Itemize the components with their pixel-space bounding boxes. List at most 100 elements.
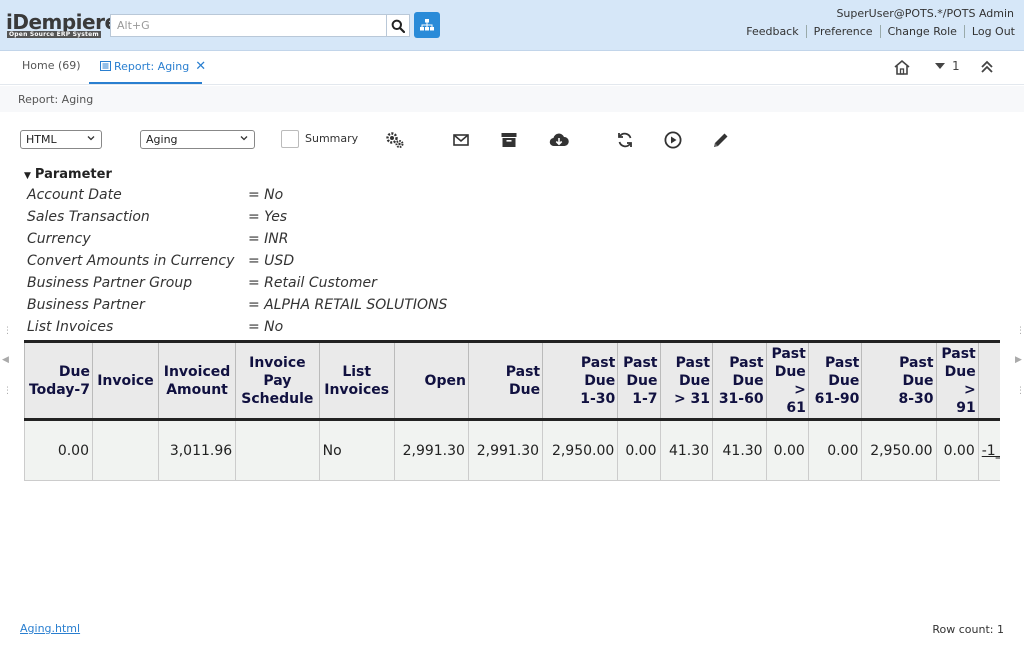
table-cell: 0.00 <box>24 419 93 481</box>
refresh-icon <box>618 132 632 148</box>
user-role-label: SuperUser@POTS.*/POTS Admin <box>836 7 1014 20</box>
parameter-name: Convert Amounts in Currency <box>27 253 235 269</box>
parameter-name: Account Date <box>27 187 122 203</box>
window-list-dropdown[interactable]: 1 <box>934 59 960 73</box>
column-header[interactable]: Past Due 1-30 <box>542 340 618 421</box>
parameter-value: = No <box>248 319 284 335</box>
table-cell <box>235 419 320 481</box>
table-cell: 2,950.00 <box>861 419 937 481</box>
download-file-link[interactable]: Aging.html <box>20 622 80 635</box>
print-format-select[interactable]: Aging <box>140 130 255 149</box>
summary-label: Summary <box>305 132 359 145</box>
parameter-name: List Invoices <box>27 319 114 335</box>
feedback-link[interactable]: Feedback <box>739 25 805 38</box>
double-chevron-up-icon <box>981 60 993 73</box>
table-cell: 41.30 <box>712 419 767 481</box>
window-count: 1 <box>952 59 960 73</box>
play-circle-icon <box>664 131 682 149</box>
parameter-name: Sales Transaction <box>27 209 150 225</box>
report-table-container[interactable]: Due Today-7 Invoice Invoiced Amount Invoic… <box>24 340 1000 482</box>
home-button[interactable] <box>893 59 911 78</box>
close-icon[interactable]: ✕ <box>195 59 206 74</box>
column-header[interactable]: Past Due > 31 <box>659 340 713 421</box>
send-mail-button[interactable] <box>451 130 471 150</box>
app-logo[interactable]: iDempiere Open Source ERP System <box>6 11 118 38</box>
report-toolbar: HTML Aging Summary <box>0 124 1024 156</box>
chevron-down-icon <box>87 136 95 141</box>
parameter-heading: Parameter <box>34 167 112 182</box>
report-icon <box>100 61 111 71</box>
column-header[interactable]: R <box>977 340 1000 421</box>
change-role-link[interactable]: Change Role <box>881 25 964 38</box>
app-header: iDempiere Open Source ERP System SuperUs… <box>0 0 1024 51</box>
format-select[interactable]: HTML <box>20 130 102 149</box>
column-header[interactable]: Past Due >91 <box>935 340 979 421</box>
parameter-name: Currency <box>27 231 91 247</box>
table-cell: No <box>318 419 395 481</box>
column-header[interactable]: Past Due 61-90 <box>807 340 862 421</box>
envelope-icon <box>453 134 469 146</box>
parameter-value: = USD <box>248 253 295 269</box>
right-splitter-arrow[interactable]: ▶ <box>1015 355 1022 365</box>
parameter-name: Business Partner <box>27 297 145 313</box>
caret-down-icon <box>935 63 945 69</box>
parameter-value: = ALPHA RETAIL SOLUTIONS <box>248 297 448 313</box>
column-header[interactable]: Invoiced Amount <box>157 340 236 421</box>
preference-link[interactable]: Preference <box>807 25 880 38</box>
gears-icon <box>386 132 404 148</box>
table-cell: 0.00 <box>617 419 660 481</box>
parameter-value: = INR <box>248 231 289 247</box>
table-cell: 0.00 <box>765 419 809 481</box>
export-button[interactable] <box>549 130 569 150</box>
parameter-value: = No <box>248 187 284 203</box>
search-button[interactable] <box>386 14 410 37</box>
table-cell: 2,991.30 <box>467 419 543 481</box>
tab-home[interactable]: Home (69) <box>22 59 81 72</box>
logout-link[interactable]: Log Out <box>965 25 1015 38</box>
global-search-input[interactable] <box>110 14 387 37</box>
menu-tree-button[interactable] <box>414 12 440 38</box>
table-cell: 2,991.30 <box>393 419 469 481</box>
tab-report-label: Report: Aging <box>114 60 190 73</box>
column-header[interactable]: Due Today-7 <box>24 340 93 421</box>
parameter-section-toggle[interactable]: ▼ Parameter <box>24 167 112 182</box>
format-select-value: HTML <box>26 133 57 146</box>
row-count-label: Row count: 1 <box>932 623 1004 636</box>
logo-tagline: Open Source ERP System <box>7 31 101 38</box>
breadcrumb: Report: Aging <box>18 93 94 106</box>
right-splitter-handle[interactable]: ⋮ <box>1016 386 1024 396</box>
right-splitter-handle[interactable]: ⋮ <box>1016 326 1024 336</box>
column-header[interactable]: Past Due 8-30 <box>861 340 937 421</box>
table-cell: 0.00 <box>807 419 862 481</box>
edit-button[interactable] <box>711 130 731 150</box>
drilldown-link-cell[interactable]: -1_100 <box>977 419 1000 481</box>
column-header[interactable]: Past Due 1-7 <box>617 340 660 421</box>
parameter-value: = Yes <box>248 209 288 225</box>
table-cell: 41.30 <box>659 419 713 481</box>
print-format-select-value: Aging <box>146 133 178 146</box>
column-header[interactable]: Invoice Pay Schedule <box>235 340 320 421</box>
collapse-button[interactable] <box>980 60 994 77</box>
chevron-down-icon <box>240 136 248 141</box>
customize-button[interactable] <box>385 130 405 150</box>
report-table: Due Today-7 Invoice Invoiced Amount Invoic… <box>24 340 1000 481</box>
run-button[interactable] <box>663 130 683 150</box>
table-row: 0.00 3,011.96 No 2,991.30 2,991.30 2,950… <box>24 419 1000 481</box>
archive-button[interactable] <box>499 130 519 150</box>
left-splitter-arrow[interactable]: ◀ <box>2 355 9 365</box>
column-header[interactable]: List Invoices <box>318 340 395 421</box>
column-header[interactable]: Open <box>393 340 469 421</box>
sitemap-icon <box>420 19 434 31</box>
column-header[interactable]: Past Due >61 <box>765 340 809 421</box>
archive-icon <box>501 133 517 147</box>
tab-report-aging[interactable]: Report: Aging ✕ <box>100 59 206 74</box>
column-header[interactable]: Past Due <box>467 340 543 421</box>
rerun-button[interactable] <box>615 130 635 150</box>
left-splitter-handle[interactable]: ⋮ <box>3 326 12 336</box>
summary-checkbox[interactable] <box>281 130 299 148</box>
left-splitter-handle[interactable]: ⋮ <box>3 386 12 396</box>
column-header[interactable]: Past Due 31-60 <box>712 340 767 421</box>
cloud-download-icon <box>549 133 569 147</box>
table-cell: 0.00 <box>935 419 979 481</box>
column-header[interactable]: Invoice <box>91 340 159 421</box>
